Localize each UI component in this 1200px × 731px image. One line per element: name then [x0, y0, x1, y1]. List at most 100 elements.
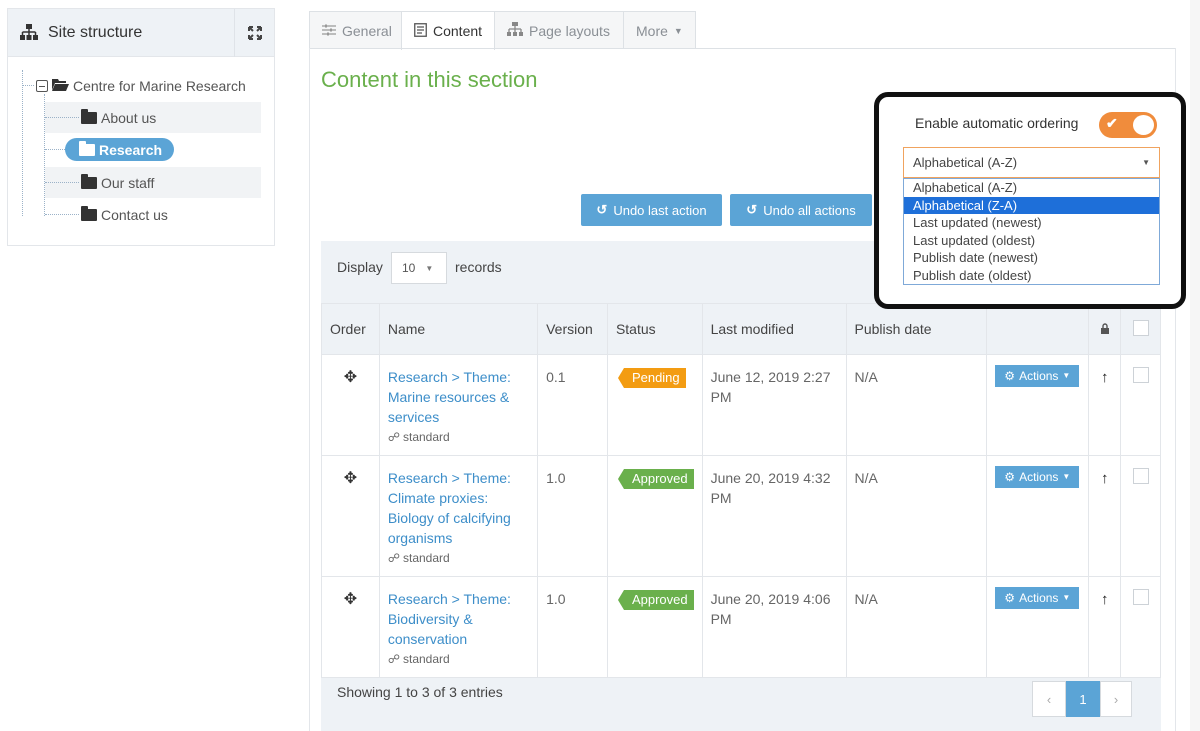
column-header-version[interactable]: Version [537, 303, 608, 355]
sliders-icon [322, 23, 336, 39]
status-badge: Approved [617, 469, 694, 489]
tab-page-layouts[interactable]: Page layouts [494, 11, 624, 49]
column-header-publish-date[interactable]: Publish date [845, 303, 988, 355]
pagination-next-button[interactable]: › [1100, 681, 1132, 717]
ordering-option[interactable]: Publish date (oldest) [904, 267, 1159, 285]
ordering-option[interactable]: Alphabetical (A-Z) [904, 179, 1159, 197]
chevron-left-icon: ‹ [1046, 691, 1052, 707]
ordering-option[interactable]: Last updated (newest) [904, 214, 1159, 232]
document-icon [414, 22, 427, 40]
page-link[interactable]: Research > Theme: Marine resources & ser… [388, 367, 529, 427]
ordering-select[interactable]: Alphabetical (A-Z) ▼ [903, 147, 1160, 178]
tree-item-contact-us[interactable]: Contact us [45, 199, 261, 230]
page-link[interactable]: Research > Theme: Biodiversity & conserv… [388, 589, 529, 649]
pagination-prev-button[interactable]: ‹ [1032, 681, 1066, 717]
entries-summary: Showing 1 to 3 of 3 entries [337, 684, 503, 700]
status-cell: Approved [606, 455, 703, 577]
name-cell: Research > Theme: Climate proxies: Biolo… [378, 455, 539, 577]
last-modified-cell: June 12, 2019 2:27 PM [701, 354, 847, 456]
version-cell: 0.1 [537, 354, 608, 456]
tree-item-label: Research [99, 141, 163, 158]
tab-general[interactable]: General [309, 11, 402, 49]
records-label: records [455, 259, 502, 275]
lock-icon [1100, 321, 1110, 337]
page-type-label: standard [403, 430, 450, 444]
undo-all-actions-button[interactable]: ↺ Undo all actions [730, 194, 872, 226]
caret-down-icon: ▼ [1142, 158, 1150, 167]
drag-handle-icon[interactable]: ✥ [344, 591, 357, 608]
pagination-page-1[interactable]: 1 [1066, 681, 1100, 717]
tree-line [22, 85, 34, 86]
row-checkbox[interactable] [1132, 468, 1149, 484]
undo-last-action-button[interactable]: ↺ Undo last action [581, 194, 722, 226]
sitemap-icon [507, 22, 523, 39]
actions-cell: ⚙ Actions ▼ [986, 354, 1090, 456]
ordering-option[interactable]: Publish date (newest) [904, 249, 1159, 267]
column-header-name[interactable]: Name [378, 303, 539, 355]
ordering-option-highlighted[interactable]: Alphabetical (Z-A) [904, 196, 1159, 214]
actions-label: Actions [1019, 591, 1059, 605]
toggle-knob [1133, 115, 1154, 135]
actions-label: Actions [1019, 369, 1059, 383]
tree-item-about-us[interactable]: About us [45, 102, 261, 133]
status-cell: Pending [606, 354, 703, 456]
records-per-page-value: 10 [402, 261, 416, 275]
folder-icon [79, 140, 95, 156]
collapse-icon[interactable] [36, 79, 48, 92]
select-all-checkbox[interactable] [1132, 319, 1149, 336]
caret-down-icon: ▼ [673, 25, 683, 36]
drag-handle-icon[interactable]: ✥ [344, 369, 357, 386]
move-cell: ↑ [1088, 354, 1122, 456]
arrow-up-icon[interactable]: ↑ [1101, 369, 1109, 386]
scrollbar[interactable] [1190, 0, 1200, 731]
table-row: ✥ Research > Theme: Marine resources & s… [321, 354, 1161, 456]
ordering-selected-value: Alphabetical (A-Z) [913, 155, 1018, 170]
actions-button[interactable]: ⚙ Actions ▼ [995, 587, 1080, 609]
tab-more[interactable]: More ▼ [623, 11, 696, 49]
ordering-option[interactable]: Last updated (oldest) [904, 232, 1159, 250]
undo-icon: ↺ [596, 202, 608, 217]
order-cell: ✥ [321, 576, 380, 678]
tree-item-research[interactable]: Research [65, 138, 175, 161]
select-cell [1120, 576, 1161, 678]
page-type: ☍ standard [388, 649, 529, 669]
column-header-last-modified[interactable]: Last modified [701, 303, 847, 355]
page-link[interactable]: Research > Theme: Climate proxies: Biolo… [388, 468, 529, 548]
arrow-up-icon[interactable]: ↑ [1101, 470, 1109, 487]
tree-line [45, 214, 79, 215]
undo-icon: ↺ [746, 202, 758, 217]
caret-down-icon: ▼ [1062, 472, 1071, 481]
actions-cell: ⚙ Actions ▼ [986, 455, 1090, 577]
column-header-status[interactable]: Status [606, 303, 703, 355]
content-table: Order Name Version Status Last modified … [321, 303, 1161, 678]
tree-root-item[interactable]: Centre for Marine Research [36, 70, 266, 101]
row-checkbox[interactable] [1132, 367, 1149, 383]
records-per-page-select[interactable]: 10 ▼ [391, 252, 447, 284]
move-cell: ↑ [1088, 455, 1122, 577]
last-modified-cell: June 20, 2019 4:32 PM [701, 455, 847, 577]
button-label: Undo last action [613, 202, 707, 218]
chevron-right-icon: › [1113, 691, 1119, 707]
caret-down-icon: ▼ [1062, 593, 1071, 602]
drag-handle-icon[interactable]: ✥ [344, 470, 357, 487]
column-header-select [1120, 303, 1161, 355]
move-cell: ↑ [1088, 576, 1122, 678]
table-row: ✥ Research > Theme: Climate proxies: Bio… [321, 455, 1161, 577]
ordering-options-list: Alphabetical (A-Z) Alphabetical (Z-A) La… [903, 178, 1160, 285]
folder-icon [81, 108, 97, 124]
page-type: ☍ standard [388, 427, 529, 447]
order-cell: ✥ [321, 354, 380, 456]
actions-button[interactable]: ⚙ Actions ▼ [995, 466, 1080, 488]
row-checkbox[interactable] [1132, 589, 1149, 605]
tab-content[interactable]: Content [401, 11, 495, 50]
caret-down-icon: ▼ [1062, 371, 1071, 380]
page-type-label: standard [403, 652, 450, 666]
tree-line [45, 149, 65, 150]
expand-icon[interactable] [234, 9, 274, 57]
publish-date-cell: N/A [845, 576, 988, 678]
actions-button[interactable]: ⚙ Actions ▼ [995, 365, 1080, 387]
arrow-up-icon[interactable]: ↑ [1101, 591, 1109, 608]
name-cell: Research > Theme: Biodiversity & conserv… [378, 576, 539, 678]
tree-item-our-staff[interactable]: Our staff [45, 167, 261, 198]
table-header-row: Order Name Version Status Last modified … [321, 303, 1161, 355]
